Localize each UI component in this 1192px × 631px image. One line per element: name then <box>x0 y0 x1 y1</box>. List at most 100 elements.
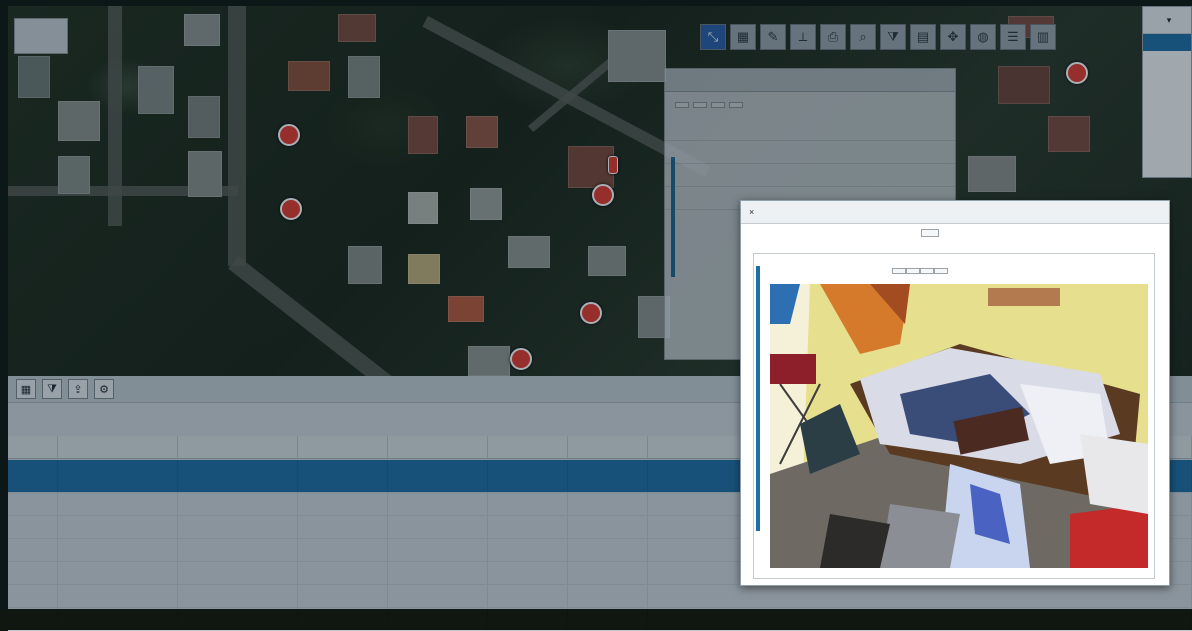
image-tab[interactable] <box>892 268 906 274</box>
map-building <box>998 66 1050 104</box>
layers-icon[interactable]: ▦ <box>730 24 756 50</box>
layer-list-item[interactable] <box>1143 68 1191 85</box>
table-icon[interactable]: ▥ <box>1030 24 1056 50</box>
settings-icon[interactable]: ⚙ <box>94 379 114 399</box>
map-building <box>448 296 484 322</box>
column-header[interactable] <box>58 436 178 458</box>
map-building <box>348 56 380 98</box>
details-button[interactable] <box>693 102 707 108</box>
globe-icon[interactable]: ◍ <box>970 24 996 50</box>
layer-list-item[interactable] <box>1143 85 1191 102</box>
table-cell <box>388 460 488 492</box>
details-button[interactable] <box>729 102 743 108</box>
column-header[interactable] <box>178 436 298 458</box>
map-toolbar: ⤡ ▦ ✎ ⟂ ⎙ ⌕ ⧩ ▤ ✥ ◍ ☰ ▥ <box>700 24 1056 50</box>
map-marker[interactable] <box>278 124 300 146</box>
image-scrollbar[interactable] <box>756 266 760 531</box>
details-row <box>665 164 955 187</box>
layer-list-item[interactable] <box>1143 34 1191 51</box>
details-row <box>665 141 955 164</box>
map-marker[interactable] <box>280 198 302 220</box>
filter-icon[interactable]: ⧩ <box>880 24 906 50</box>
details-row <box>665 118 955 141</box>
table-cell <box>488 460 568 492</box>
map-building <box>468 346 510 376</box>
table-cell <box>298 460 388 492</box>
pan-icon[interactable]: ✥ <box>940 24 966 50</box>
table-cell <box>568 460 648 492</box>
close-icon[interactable]: × <box>749 207 754 217</box>
layer-list-item[interactable] <box>1143 102 1191 119</box>
details-title-bar <box>665 69 955 92</box>
table-cell <box>8 562 58 584</box>
image-tab[interactable] <box>920 268 934 274</box>
measure-icon[interactable]: ⟂ <box>790 24 816 50</box>
table-cell <box>58 562 178 584</box>
layer-list-item[interactable] <box>1143 136 1191 153</box>
map-building <box>138 66 174 114</box>
map-building <box>58 156 90 194</box>
layer-list-item[interactable] <box>1143 51 1191 68</box>
image-tabs <box>892 268 948 274</box>
column-header[interactable] <box>488 436 568 458</box>
image-tab[interactable] <box>906 268 920 274</box>
map-building <box>408 116 438 154</box>
table-cell <box>388 516 488 538</box>
map-marker[interactable] <box>1066 62 1088 84</box>
column-header[interactable] <box>8 436 58 458</box>
map-marker-selected[interactable] <box>608 156 618 174</box>
map-building <box>184 14 220 46</box>
image-tab[interactable] <box>934 268 948 274</box>
table-cell <box>388 562 488 584</box>
map-logo[interactable] <box>14 18 68 54</box>
layer-list-item[interactable] <box>1143 119 1191 136</box>
map-marker[interactable] <box>580 302 602 324</box>
map-marker[interactable] <box>592 184 614 206</box>
grid-icon[interactable]: ▦ <box>16 379 36 399</box>
photo-illustration <box>770 284 1148 568</box>
zoom-icon[interactable]: ⌕ <box>850 24 876 50</box>
table-cell <box>568 539 648 561</box>
map-building <box>408 192 438 224</box>
table-cell <box>178 460 298 492</box>
table-cell <box>58 539 178 561</box>
table-row[interactable] <box>8 608 1192 631</box>
table-cell <box>58 460 178 492</box>
column-header[interactable] <box>388 436 488 458</box>
export-icon[interactable]: ⇪ <box>68 379 88 399</box>
map-marker[interactable] <box>510 348 532 370</box>
map-road <box>228 6 246 266</box>
image-viewer-dialog: × <box>740 200 1170 586</box>
select-icon[interactable]: ⤡ <box>700 24 726 50</box>
table-cell <box>568 493 648 515</box>
map-building <box>1048 116 1090 152</box>
map-building <box>470 188 502 220</box>
map-building <box>338 14 376 42</box>
map-building <box>188 96 220 138</box>
layer-list[interactable]: ▾ <box>1142 6 1192 178</box>
chart-icon[interactable]: ▤ <box>910 24 936 50</box>
chevron-down-icon: ▾ <box>1166 14 1172 25</box>
map-building <box>408 254 440 284</box>
table-cell <box>488 516 568 538</box>
edit-icon[interactable]: ✎ <box>760 24 786 50</box>
table-cell <box>8 516 58 538</box>
list-icon[interactable]: ☰ <box>1000 24 1026 50</box>
table-cell <box>178 493 298 515</box>
column-header[interactable] <box>298 436 388 458</box>
table-cell <box>488 493 568 515</box>
table-cell <box>298 493 388 515</box>
table-cell <box>178 516 298 538</box>
column-header[interactable] <box>568 436 648 458</box>
table-cell <box>178 608 298 630</box>
print-icon[interactable]: ⎙ <box>820 24 846 50</box>
dialog-action-button[interactable] <box>921 229 939 237</box>
details-button[interactable] <box>711 102 725 108</box>
table-cell <box>388 608 488 630</box>
layer-list-header[interactable]: ▾ <box>1143 7 1191 34</box>
map-building <box>588 246 626 276</box>
details-scrollbar[interactable] <box>671 157 675 277</box>
filter-icon[interactable]: ⧩ <box>42 379 62 399</box>
details-button[interactable] <box>675 102 689 108</box>
table-cell <box>178 539 298 561</box>
